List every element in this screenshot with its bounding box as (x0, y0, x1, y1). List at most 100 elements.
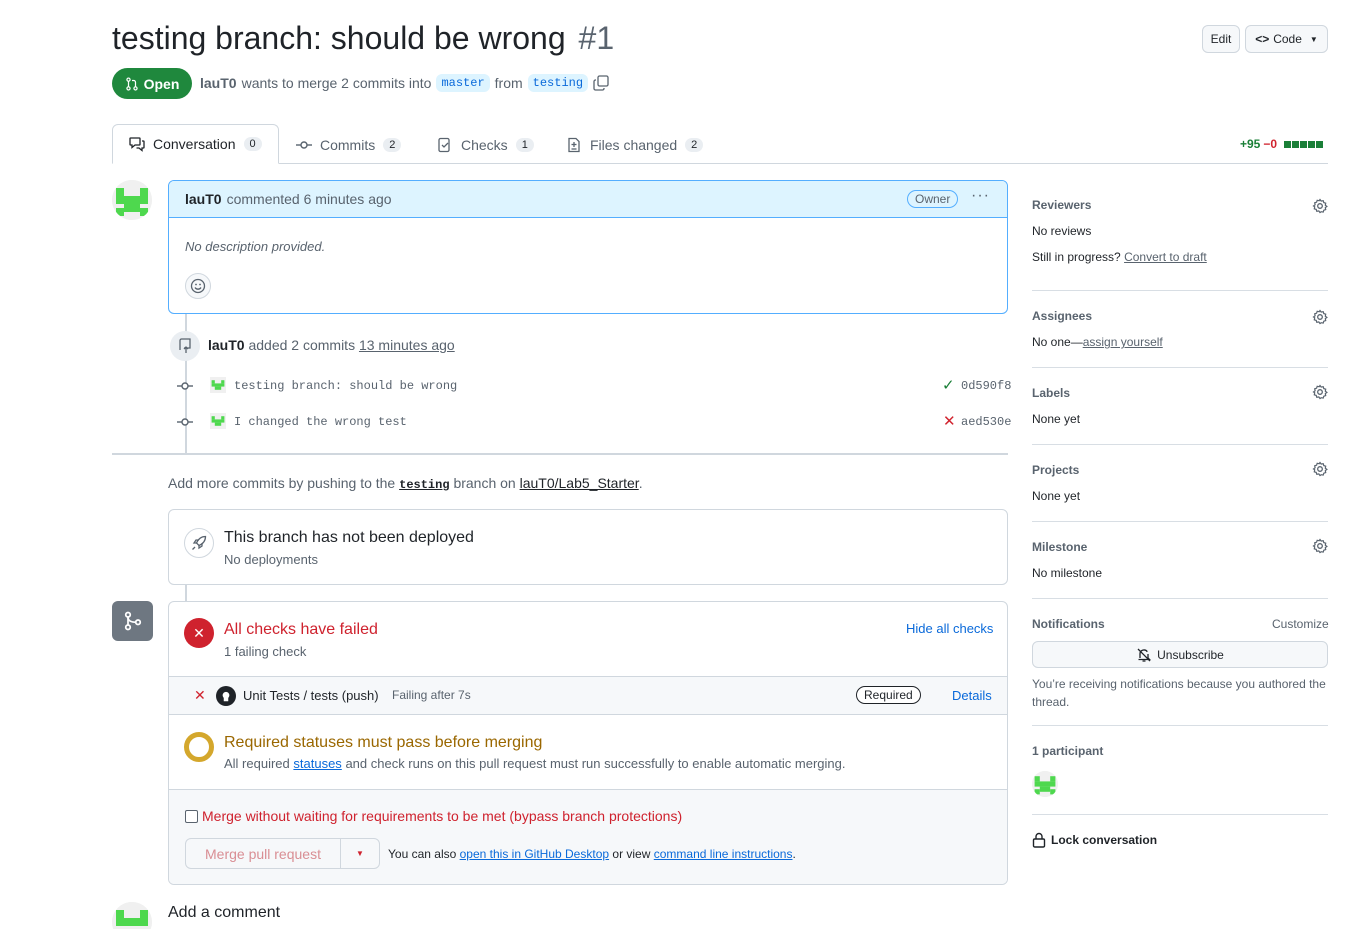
avatar[interactable] (112, 180, 152, 220)
labels-heading[interactable]: Labels (1032, 386, 1070, 400)
deploy-title: This branch has not been deployed (224, 529, 474, 546)
projects-heading[interactable]: Projects (1032, 463, 1079, 477)
draft-hint: Still in progress? Convert to draft (1032, 250, 1207, 264)
participants-heading: 1 participant (1032, 744, 1104, 758)
statuses-link[interactable]: statuses (293, 756, 341, 771)
tab-commits-count: 2 (383, 138, 402, 152)
commit-message[interactable]: I changed the wrong test (234, 415, 407, 429)
smiley-icon (190, 278, 206, 294)
participant-avatar[interactable] (1032, 771, 1058, 797)
avatar[interactable] (112, 902, 152, 929)
desktop-link[interactable]: open this in GitHub Desktop (460, 847, 609, 861)
check-name[interactable]: Unit Tests / tests (push) (243, 688, 379, 703)
diffstat[interactable]: +95 −0 (1240, 137, 1324, 151)
commit-sha[interactable]: 0d590f8 (961, 379, 1011, 393)
kebab-icon[interactable]: ··· (971, 187, 990, 205)
sidebar-divider (1032, 598, 1328, 599)
merge-button[interactable]: Merge pull request (185, 838, 341, 869)
file-diff-icon (568, 137, 580, 153)
tab-checks-label: Checks (461, 137, 508, 153)
draft-prefix: Still in progress? (1032, 250, 1121, 264)
merge-dropdown-button[interactable]: ▼ (340, 838, 380, 869)
projects-value: None yet (1032, 489, 1081, 503)
pr-title-text: testing branch: should be wrong (112, 20, 566, 56)
checks-title: All checks have failed (224, 621, 378, 638)
hide-checks-link[interactable]: Hide all checks (906, 621, 993, 636)
assignees-prefix: No one— (1032, 335, 1083, 349)
gear-icon[interactable] (1312, 309, 1328, 325)
code-button[interactable]: <> Code ▼ (1245, 25, 1328, 53)
head-branch[interactable]: testing (527, 74, 589, 92)
gear-icon[interactable] (1312, 538, 1328, 554)
rocket-icon (192, 535, 207, 550)
commit-sha[interactable]: aed530e (961, 415, 1011, 429)
rocket-badge (184, 528, 214, 558)
check-icon[interactable]: ✓ (942, 376, 955, 394)
cli-suffix: . (792, 847, 796, 861)
tab-checks[interactable]: Checks 1 (437, 127, 534, 163)
tab-checks-count: 1 (515, 138, 534, 152)
git-commit-icon (296, 141, 312, 149)
commit-message[interactable]: testing branch: should be wrong (234, 379, 457, 393)
notifications-note: You’re receiving notifications because y… (1032, 677, 1326, 709)
gear-icon[interactable] (1312, 461, 1328, 477)
state-badge: Open (112, 68, 192, 99)
details-link[interactable]: Details (952, 688, 992, 703)
pull-request-icon (125, 76, 138, 91)
assign-yourself-link[interactable]: assign yourself (1083, 335, 1163, 349)
reaction-button[interactable] (185, 273, 211, 299)
convert-draft-link[interactable]: Convert to draft (1124, 250, 1207, 264)
commit-row: I changed the wrong test ✕ aed530e (176, 412, 1011, 432)
cli-link[interactable]: command line instructions (654, 847, 793, 861)
merge-text: wants to merge 2 commits into (241, 75, 432, 91)
avatar[interactable] (210, 413, 226, 429)
code-label: Code (1273, 32, 1302, 46)
comment-meta[interactable]: commented 6 minutes ago (227, 191, 392, 207)
assignees-heading[interactable]: Assignees (1032, 309, 1092, 323)
comment-header: lauT0 commented 6 minutes ago Owner ··· (169, 181, 1007, 218)
sidebar-divider (1032, 725, 1328, 726)
copy-icon[interactable] (593, 75, 609, 91)
check-status: Failing after 7s (392, 688, 471, 702)
edit-button[interactable]: Edit (1202, 25, 1240, 53)
push-hint-branch[interactable]: testing (399, 478, 449, 492)
x-icon[interactable]: ✕ (943, 412, 956, 430)
commits-event-author[interactable]: lauT0 (208, 337, 245, 353)
unsubscribe-label: Unsubscribe (1157, 647, 1224, 662)
unsubscribe-button[interactable]: Unsubscribe (1032, 641, 1328, 668)
commits-event-time[interactable]: 13 minutes ago (359, 337, 455, 353)
reviewers-heading[interactable]: Reviewers (1032, 198, 1091, 212)
tab-conversation-count: 0 (243, 137, 262, 151)
comment-author[interactable]: lauT0 (185, 191, 222, 207)
merge-button-label: Merge pull request (205, 845, 321, 862)
also-prefix: You can also (388, 847, 457, 861)
sidebar-divider (1032, 521, 1328, 522)
push-hint-repo[interactable]: lauT0/Lab5_Starter (520, 475, 639, 491)
pr-meta: lauT0 wants to merge 2 commits into mast… (200, 74, 609, 92)
or-view-text: or view (612, 847, 651, 861)
tab-conversation-label: Conversation (153, 136, 236, 152)
labels-value: None yet (1032, 412, 1081, 426)
tab-commits[interactable]: Commits 2 (296, 127, 402, 163)
bypass-label[interactable]: Merge without waiting for requirements t… (202, 808, 682, 824)
gear-icon[interactable] (1312, 198, 1328, 214)
diffstat-deletions: −0 (1263, 137, 1278, 151)
pr-title: testing branch: should be wrong #1 (112, 20, 614, 57)
bypass-checkbox[interactable] (185, 809, 198, 823)
comment-body: No description provided. (185, 239, 326, 254)
milestone-heading[interactable]: Milestone (1032, 540, 1087, 554)
assignees-value: No one—assign yourself (1032, 335, 1163, 349)
customize-link[interactable]: Customize (1272, 617, 1329, 631)
identicon-icon (112, 902, 152, 929)
tab-conversation[interactable]: Conversation 0 (112, 124, 279, 164)
gear-icon[interactable] (1312, 384, 1328, 400)
code-icon: <> (1255, 32, 1270, 46)
checks-subtitle: 1 failing check (224, 644, 307, 659)
lock-conversation-button[interactable]: Lock conversation (1032, 832, 1157, 848)
base-branch[interactable]: master (436, 74, 490, 92)
lock-icon (1032, 832, 1046, 848)
timeline-divider (112, 453, 1008, 455)
tab-files-changed[interactable]: Files changed 2 (566, 127, 704, 163)
pr-author[interactable]: lauT0 (200, 75, 237, 91)
avatar[interactable] (210, 377, 226, 393)
